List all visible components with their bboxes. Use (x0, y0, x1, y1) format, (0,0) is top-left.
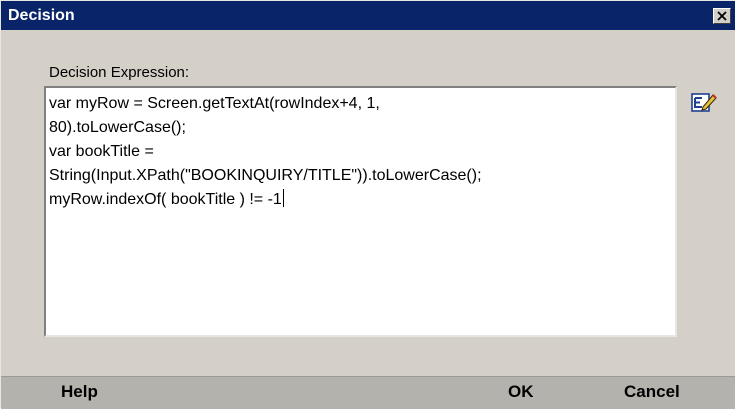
expression-label: Decision Expression: (49, 64, 190, 81)
expression-line: 80).toLowerCase(); (49, 119, 186, 136)
edit-expression-button[interactable] (691, 91, 717, 113)
window-title: Decision (8, 7, 75, 24)
edit-expression-icon (691, 93, 717, 112)
expression-line-text: myRow.indexOf( bookTitle ) != -1 (49, 191, 282, 208)
text-caret (282, 189, 284, 207)
cancel-button[interactable]: Cancel (624, 382, 680, 402)
expression-line-last: myRow.indexOf( bookTitle ) != -1 (49, 188, 671, 212)
title-bar[interactable]: Decision (1, 1, 735, 30)
ok-button[interactable]: OK (508, 382, 534, 402)
decision-dialog: Decision Decision Expression: var myRow … (0, 0, 735, 409)
expression-textarea[interactable]: var myRow = Screen.getTextAt(rowIndex+4,… (44, 86, 677, 337)
close-button[interactable] (713, 8, 731, 24)
close-icon (717, 11, 727, 21)
button-bar: Help OK Cancel (1, 376, 735, 409)
expression-line: var bookTitle = (49, 143, 154, 160)
expression-line: var myRow = Screen.getTextAt(rowIndex+4,… (49, 95, 380, 112)
expression-line: String(Input.XPath("BOOKINQUIRY/TITLE"))… (49, 167, 482, 184)
help-button[interactable]: Help (61, 382, 98, 402)
